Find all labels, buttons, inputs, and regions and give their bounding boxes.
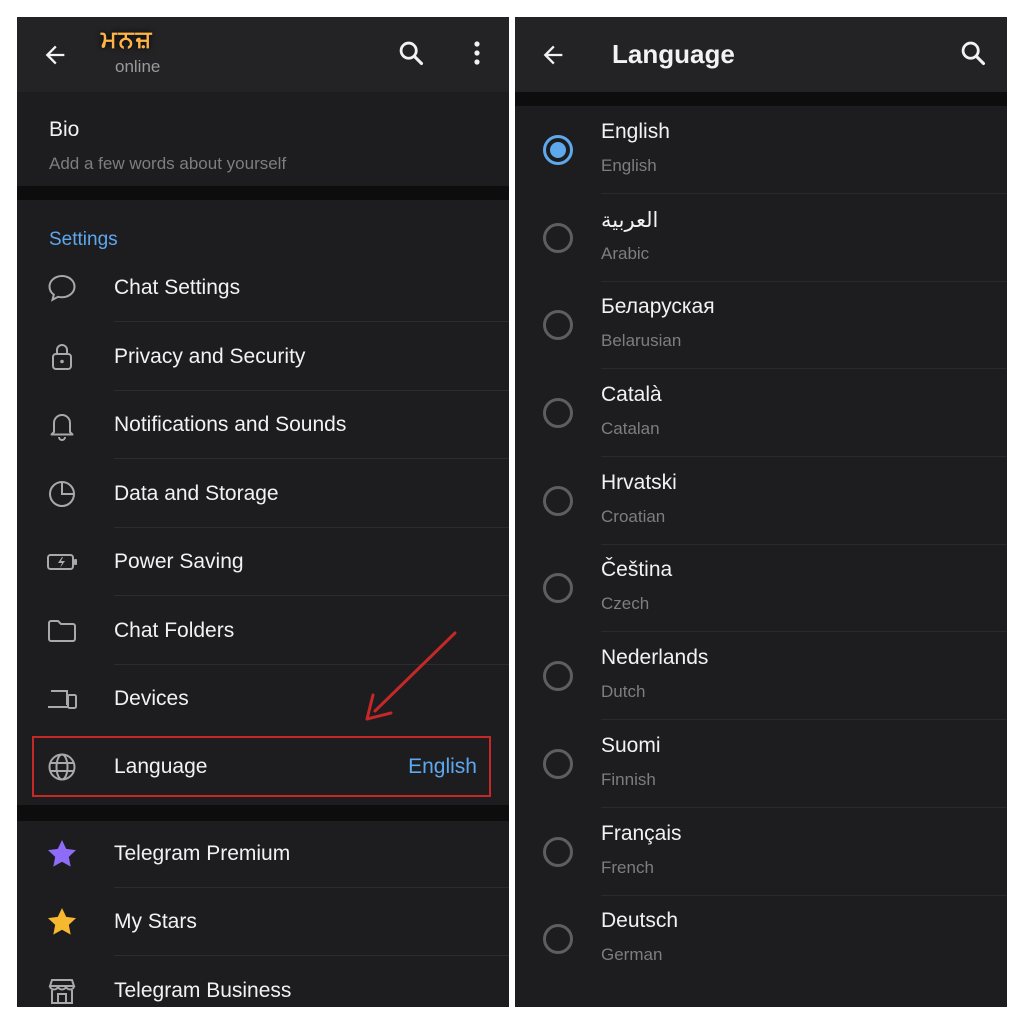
radio-unselected[interactable] xyxy=(543,573,573,603)
language-option-arabic[interactable]: العربية Arabic xyxy=(515,194,1007,282)
language-option-belarusian[interactable]: Беларуская Belarusian xyxy=(515,281,1007,369)
search-icon[interactable] xyxy=(959,39,987,67)
language-english-name: Catalan xyxy=(601,419,660,438)
row-divider xyxy=(114,955,509,956)
language-english-name: French xyxy=(601,858,654,877)
language-option-croatian[interactable]: Hrvatski Croatian xyxy=(515,457,1007,545)
language-english-name: Croatian xyxy=(601,507,666,526)
settings-item-chat-settings[interactable]: Chat Settings xyxy=(17,254,509,322)
language-native-name: Hrvatski xyxy=(601,471,677,494)
page-title: Language xyxy=(612,39,735,69)
language-option-dutch[interactable]: Nederlands Dutch xyxy=(515,632,1007,720)
settings-item-label: Power Saving xyxy=(114,550,244,573)
bell-icon xyxy=(45,408,79,442)
settings-item-label: Chat Folders xyxy=(114,619,235,642)
settings-item-privacy-and-security[interactable]: Privacy and Security xyxy=(17,323,509,391)
settings-item-label: Data and Storage xyxy=(114,482,279,505)
chat-bubble-icon xyxy=(45,271,79,305)
radio-unselected[interactable] xyxy=(543,924,573,954)
settings-item-power-saving[interactable]: Power Saving xyxy=(17,528,509,596)
more-vertical-icon[interactable] xyxy=(467,39,487,67)
language-native-name: Беларуская xyxy=(601,295,715,318)
row-divider xyxy=(114,321,509,322)
language-panel: Language English English العربية Arabic … xyxy=(515,17,1007,1007)
back-arrow-icon[interactable] xyxy=(41,41,69,69)
section-divider xyxy=(515,92,1007,106)
settings-item-language[interactable]: Language English xyxy=(17,733,509,801)
bio-section[interactable]: Bio Add a few words about yourself xyxy=(17,92,509,186)
radio-unselected[interactable] xyxy=(543,398,573,428)
settings-item-label: Notifications and Sounds xyxy=(114,413,347,436)
language-app-bar: Language xyxy=(515,17,1007,92)
section-divider xyxy=(17,186,509,200)
language-english-name: Czech xyxy=(601,594,650,613)
language-option-english[interactable]: English English xyxy=(515,106,1007,194)
language-option-catalan[interactable]: Català Catalan xyxy=(515,369,1007,457)
language-native-name: English xyxy=(601,120,670,143)
language-option-finnish[interactable]: Suomi Finnish xyxy=(515,720,1007,808)
language-english-name: Belarusian xyxy=(601,331,682,350)
lock-icon xyxy=(45,340,79,374)
bio-title: Bio xyxy=(49,118,80,141)
settings-item-my-stars[interactable]: My Stars xyxy=(17,888,509,956)
language-native-name: Deutsch xyxy=(601,909,679,932)
language-english-name: English xyxy=(601,156,657,175)
language-native-name: Català xyxy=(601,383,662,406)
settings-item-telegram-business[interactable]: Telegram Business xyxy=(17,957,509,1007)
settings-item-label: Chat Settings xyxy=(114,276,241,299)
online-status: online xyxy=(115,57,161,76)
bio-placeholder: Add a few words about yourself xyxy=(49,154,287,173)
globe-icon xyxy=(45,750,79,784)
radio-unselected[interactable] xyxy=(543,749,573,779)
language-english-name: Finnish xyxy=(601,770,656,789)
red-arrow-icon xyxy=(365,631,457,721)
gold-star-icon xyxy=(45,905,79,939)
section-divider xyxy=(17,805,509,821)
settings-header: Settings xyxy=(49,229,118,250)
language-english-name: Arabic xyxy=(601,244,650,263)
radio-unselected[interactable] xyxy=(543,837,573,867)
radio-unselected[interactable] xyxy=(543,310,573,340)
search-icon[interactable] xyxy=(397,39,425,67)
language-option-czech[interactable]: Čeština Czech xyxy=(515,544,1007,632)
store-icon xyxy=(45,974,79,1007)
language-native-name: Čeština xyxy=(601,558,673,581)
settings-item-notifications-and-sounds[interactable]: Notifications and Sounds xyxy=(17,391,509,459)
folder-icon xyxy=(45,614,79,648)
settings-item-label: Privacy and Security xyxy=(114,345,306,368)
settings-item-label: Language xyxy=(114,755,208,778)
devices-icon xyxy=(45,682,79,716)
language-option-french[interactable]: Français French xyxy=(515,808,1007,896)
settings-item-label: My Stars xyxy=(114,910,197,933)
settings-item-label: Telegram Premium xyxy=(114,842,291,865)
purple-star-icon xyxy=(45,837,79,871)
language-english-name: Dutch xyxy=(601,682,646,701)
profile-settings-panel: ਮਨਜ਼ online Bio Add a few words about yo… xyxy=(17,17,509,1007)
profile-app-bar: ਮਨਜ਼ online xyxy=(17,17,509,92)
row-divider xyxy=(114,595,509,596)
language-native-name: Suomi xyxy=(601,734,661,757)
back-arrow-icon[interactable] xyxy=(539,41,567,69)
language-native-name: Français xyxy=(601,822,682,845)
settings-item-label: Telegram Business xyxy=(114,979,292,1002)
language-native-name: العربية xyxy=(601,209,659,232)
pie-chart-icon xyxy=(45,477,79,511)
language-option-german[interactable]: Deutsch German xyxy=(515,895,1007,983)
row-divider xyxy=(114,458,509,459)
profile-name: ਮਨਜ਼ xyxy=(101,26,154,53)
settings-item-data-and-storage[interactable]: Data and Storage xyxy=(17,460,509,528)
radio-unselected[interactable] xyxy=(543,223,573,253)
settings-item-telegram-premium[interactable]: Telegram Premium xyxy=(17,820,509,888)
language-english-name: German xyxy=(601,945,663,964)
radio-unselected[interactable] xyxy=(543,486,573,516)
radio-unselected[interactable] xyxy=(543,661,573,691)
settings-item-label: Devices xyxy=(114,687,189,710)
radio-selected[interactable] xyxy=(543,135,573,165)
battery-icon xyxy=(45,545,79,579)
current-language-value: English xyxy=(408,755,477,778)
language-native-name: Nederlands xyxy=(601,646,709,669)
